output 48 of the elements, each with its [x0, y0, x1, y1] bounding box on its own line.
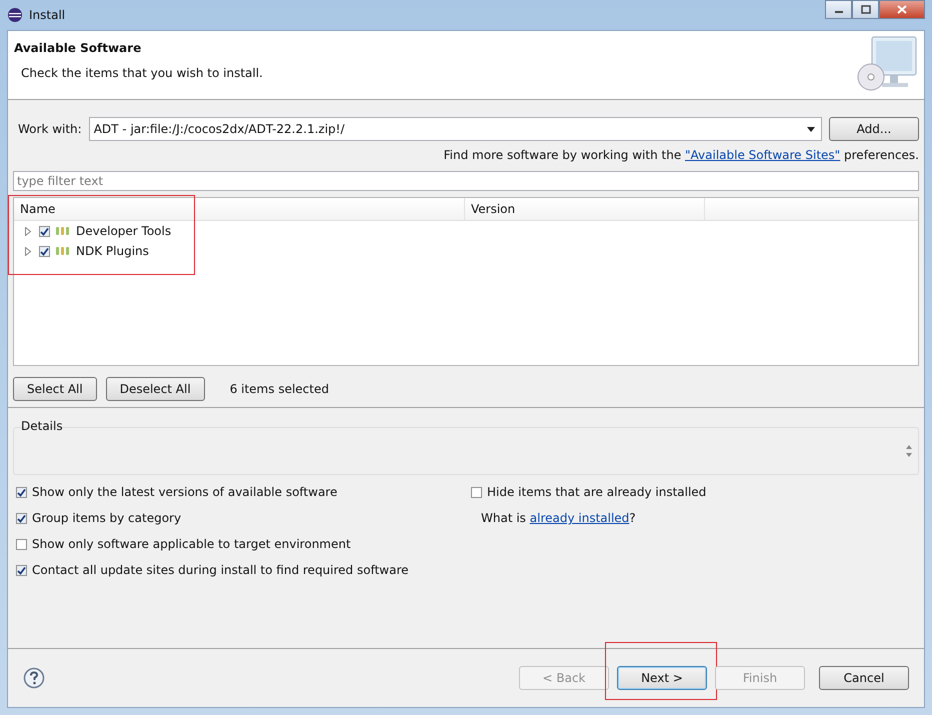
close-icon — [897, 5, 907, 14]
installed-hint: What is already installed? — [480, 510, 637, 527]
wizard-button[interactable]: Next > — [617, 666, 707, 690]
checkbox[interactable] — [16, 486, 27, 498]
checkbox[interactable] — [471, 486, 482, 498]
selection-count: 6 items selected — [230, 382, 329, 396]
feature-group-icon — [55, 226, 71, 236]
checkbox[interactable] — [39, 246, 50, 256]
maximize-button[interactable] — [852, 0, 879, 19]
tree-item-label: Developer Tools — [76, 224, 172, 238]
column-header[interactable]: Version — [465, 198, 705, 220]
checkbox[interactable] — [39, 226, 50, 236]
checkbox[interactable] — [16, 512, 27, 524]
dropdown-arrow-icon — [807, 126, 815, 132]
wizard-button[interactable]: Cancel — [819, 666, 909, 690]
more-software-text: Find more software by working with the "Available Software Sites" preferences. — [442, 148, 919, 162]
work-with-dropdown[interactable]: ADT - jar:file:/J:/cocos2dx/ADT-22.2.1.zip!/ — [88, 117, 822, 141]
tree-item-label: NDK Plugins — [76, 244, 149, 258]
help-icon[interactable] — [23, 667, 45, 689]
option-label: Show only software applicable to target environment — [32, 537, 351, 551]
tree-row[interactable]: NDK Plugins — [14, 241, 918, 261]
work-with-label: Work with: — [18, 122, 82, 136]
column-header[interactable]: Name — [14, 198, 465, 220]
page-description: Check the items that you wish to install. — [21, 66, 263, 80]
page-title: Available Software — [14, 41, 142, 55]
minimize-button[interactable] — [825, 0, 852, 19]
option-label: Show only the latest versions of available software — [32, 485, 338, 499]
window-title: Install — [29, 8, 66, 22]
selection-button[interactable]: Select All — [13, 377, 97, 401]
expand-arrow-icon[interactable] — [24, 246, 32, 256]
option-label: Hide items that are already installed — [487, 485, 706, 499]
maximize-icon — [860, 5, 870, 14]
feature-group-icon — [55, 246, 71, 256]
option-label: Contact all update sites during install to find required software — [32, 563, 409, 577]
checkbox[interactable] — [16, 564, 27, 576]
filter-field[interactable]: type filter text — [13, 171, 919, 191]
close-button[interactable] — [879, 0, 925, 19]
selection-button[interactable]: Deselect All — [106, 377, 205, 401]
spinner-icon[interactable] — [905, 444, 913, 458]
monitor-with-disc-icon — [856, 35, 918, 93]
expand-arrow-icon[interactable] — [24, 226, 32, 236]
add-button[interactable]: Add... — [829, 117, 919, 141]
details-label: Details — [20, 419, 64, 433]
tree-row[interactable]: Developer Tools — [14, 221, 918, 241]
option-label: Group items by category — [32, 511, 182, 525]
available-software-sites-link[interactable]: "Available Software Sites" — [685, 148, 840, 162]
checkbox[interactable] — [16, 538, 27, 550]
already-installed-link[interactable]: already installed — [530, 511, 630, 525]
